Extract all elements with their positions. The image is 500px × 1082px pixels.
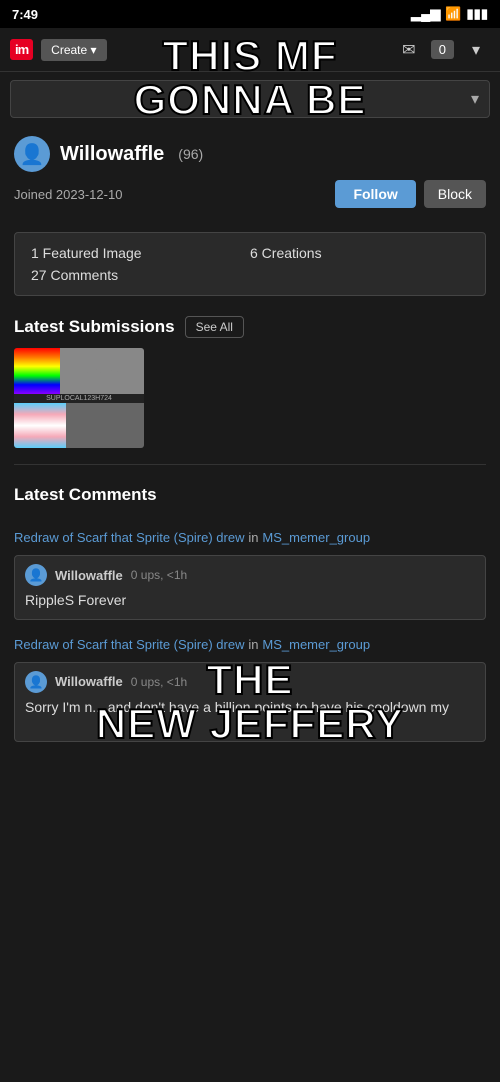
comments-stat: 27 Comments <box>31 267 250 283</box>
stats-grid: 1 Featured Image 6 Creations 27 Comments <box>31 245 469 283</box>
comments-title: Latest Comments <box>14 485 157 505</box>
comment2-in: in <box>248 637 258 652</box>
create-button[interactable]: Create ▾ <box>41 39 106 61</box>
comment1-card: 👤 Willowaffle 0 ups, <1h RippleS Forever <box>14 555 486 620</box>
time: 7:49 <box>12 7 38 22</box>
joined-row: Joined 2023-12-10 Follow Block <box>14 180 486 208</box>
nav-bar: im Create ▾ ✉ 0 ▾ <box>0 28 500 72</box>
comment1-user: Willowaffle <box>55 568 123 583</box>
comment2-meta: 👤 Willowaffle 0 ups, <1h <box>25 671 475 693</box>
notification-count[interactable]: 0 <box>431 40 454 59</box>
site-logo[interactable]: im <box>10 39 33 60</box>
follow-button[interactable]: Follow <box>335 180 415 208</box>
submissions-title: Latest Submissions <box>14 317 175 337</box>
submissions-header: Latest Submissions See All <box>14 316 486 338</box>
status-icons: ▂▄▆ 📶 ▮▮▮ <box>411 6 488 22</box>
submission-thumb-1[interactable]: being gay SUPLOCAL123H724 <box>14 348 144 448</box>
comment2-card: 👤 Willowaffle 0 ups, <1h Sorry I'm n... … <box>14 662 486 742</box>
comment2-link[interactable]: Redraw of Scarf that Sprite (Spire) drew <box>14 637 244 652</box>
stats-box: 1 Featured Image 6 Creations 27 Comments <box>14 232 486 296</box>
signal-icon: ▂▄▆ <box>411 6 440 22</box>
dropdown-bar[interactable]: ▾ <box>10 80 490 118</box>
creations-stat: 6 Creations <box>250 245 469 261</box>
comment2-user: Willowaffle <box>55 674 123 689</box>
comment1-avatar: 👤 <box>25 564 47 586</box>
see-all-button[interactable]: See All <box>185 316 244 338</box>
comments-section: Latest Comments <box>0 475 500 521</box>
dropdown-arrow-icon: ▾ <box>471 89 479 109</box>
profile-header: 👤 Willowaffle (96) <box>14 136 486 172</box>
battery-icon: ▮▮▮ <box>467 6 488 22</box>
comment1-stats: 0 ups, <1h <box>131 568 187 582</box>
status-bar: 7:49 ▂▄▆ 📶 ▮▮▮ <box>0 0 500 28</box>
action-buttons: Follow Block <box>335 180 486 208</box>
dropdown-nav-icon[interactable]: ▾ <box>462 36 490 64</box>
comment1-link[interactable]: Redraw of Scarf that Sprite (Spire) drew <box>14 530 244 545</box>
comment1-text: RippleS Forever <box>25 591 475 611</box>
comment2-avatar: 👤 <box>25 671 47 693</box>
comment2-stats: 0 ups, <1h <box>131 675 187 689</box>
comment1-link-row: Redraw of Scarf that Sprite (Spire) drew… <box>0 521 500 551</box>
comment2-container: 👤 Willowaffle 0 ups, <1h Sorry I'm n... … <box>0 662 500 742</box>
comment2-group[interactable]: MS_memer_group <box>262 637 370 652</box>
comment1-in: in <box>248 530 258 545</box>
submissions-grid: being gay SUPLOCAL123H724 <box>14 348 486 448</box>
username: Willowaffle <box>60 143 164 166</box>
block-button[interactable]: Block <box>424 180 486 208</box>
comment2-link-row: Redraw of Scarf that Sprite (Spire) drew… <box>0 628 500 658</box>
section-divider <box>14 464 486 465</box>
comment1-group[interactable]: MS_memer_group <box>262 530 370 545</box>
featured-images-stat: 1 Featured Image <box>31 245 250 261</box>
mail-icon[interactable]: ✉ <box>395 36 423 64</box>
comments-header: Latest Comments <box>14 485 486 505</box>
profile-section: 👤 Willowaffle (96) Joined 2023-12-10 Fol… <box>0 126 500 222</box>
submissions-section: Latest Submissions See All being gay SUP… <box>0 306 500 454</box>
avatar: 👤 <box>14 136 50 172</box>
wifi-icon: 📶 <box>445 6 461 22</box>
comment2-text: Sorry I'm n... and don't have a billion … <box>25 698 475 718</box>
user-points: (96) <box>178 146 203 162</box>
join-date: Joined 2023-12-10 <box>14 187 122 202</box>
comment1-meta: 👤 Willowaffle 0 ups, <1h <box>25 564 475 586</box>
